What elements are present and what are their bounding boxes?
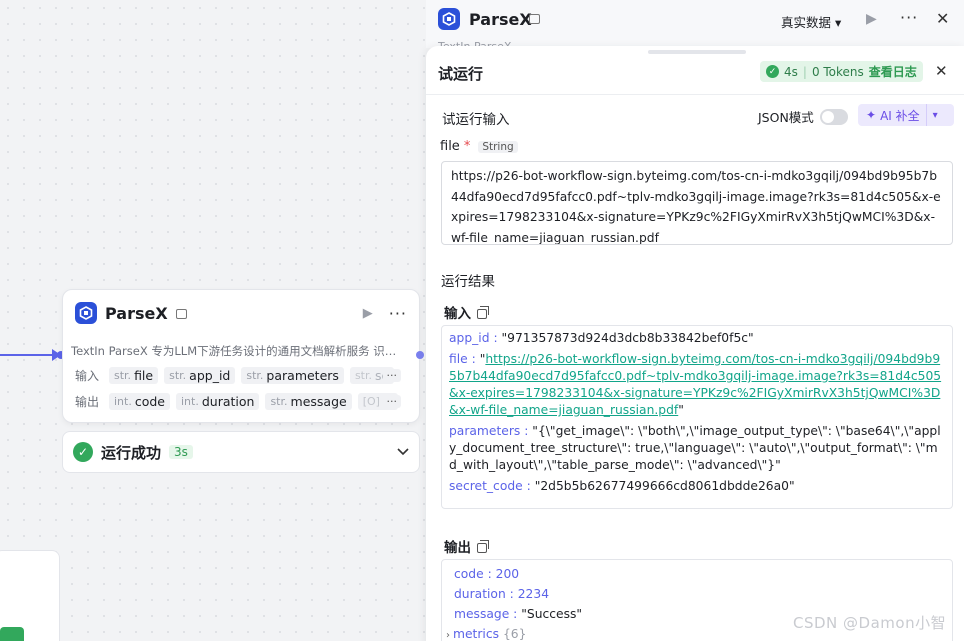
more-options-icon[interactable]: ··· — [389, 304, 407, 323]
input-app-id: app_id : "971357873d924d3dcb8b33842bef0f… — [449, 331, 754, 345]
node-title: ParseX — [105, 303, 168, 323]
run-node-icon[interactable]: ▶ — [363, 306, 373, 321]
node-outputs-row: 输出 int. code int. duration str. message [O]… — [75, 393, 398, 410]
panel-title: 试运行 — [438, 65, 484, 83]
workflow-canvas[interactable]: ParseX ▶ ··· TextIn ParseX 专为LLM下游任务设计的通… — [0, 0, 426, 641]
run-result-card[interactable]: ✓ 运行成功 3s — [62, 431, 420, 473]
sparkle-icon: ✦ — [866, 108, 877, 122]
copy-icon[interactable] — [477, 540, 489, 553]
outputs-label: 输出 — [75, 395, 100, 409]
input-result-box: app_id : "971357873d924d3dcb8b33842bef0f… — [441, 325, 953, 509]
node-inputs-row: 输入 str. file str. app_id str. parameters st… — [75, 367, 394, 384]
chevron-down-icon[interactable]: ▾ — [927, 110, 944, 121]
partial-node-badge — [0, 627, 24, 641]
copy-icon[interactable] — [477, 306, 489, 319]
run-node-icon[interactable]: ▶ — [866, 11, 877, 27]
success-check-icon: ✓ — [766, 65, 779, 78]
divider — [426, 94, 964, 95]
type-badge: String — [478, 140, 518, 153]
outputs-more-button[interactable]: ··· — [382, 395, 401, 408]
parsex-logo-icon — [438, 8, 460, 30]
run-tokens: 0 Tokens — [811, 64, 864, 79]
input-file: file : "https://p26-bot-workflow-sign.by… — [449, 352, 942, 417]
drag-handle[interactable] — [648, 50, 746, 54]
connection-edge — [0, 354, 58, 356]
parsex-node[interactable]: ParseX ▶ ··· TextIn ParseX 专为LLM下游任务设计的通… — [62, 289, 420, 423]
view-log-link[interactable]: 查看日志 — [869, 63, 917, 80]
input-parameters: parameters : "{\"get_image\": \"both\",\… — [449, 424, 941, 472]
json-mode-switch[interactable] — [819, 108, 848, 125]
file-input[interactable]: https://p26-bot-workflow-sign.byteimg.co… — [441, 161, 953, 245]
data-mode-select[interactable]: 真实数据 ▾ — [781, 12, 841, 31]
test-input-heading: 试运行输入 — [442, 112, 510, 128]
inputs-more-button[interactable]: ··· — [382, 369, 401, 382]
run-time-badge: 3s — [169, 445, 193, 459]
input-tag-app-id: str. app_id — [164, 367, 236, 384]
input-secret-code: secret_code : "2d5b5b62677499666cd8061db… — [449, 479, 795, 493]
node-header: ParseX — [75, 302, 187, 324]
run-status-text: 运行成功 — [101, 443, 162, 462]
success-check-icon: ✓ — [73, 442, 93, 462]
input-tag-file: str. file — [109, 367, 159, 384]
parsex-logo-icon — [75, 302, 97, 324]
file-link[interactable]: https://p26-bot-workflow-sign.byteimg.co… — [449, 352, 941, 417]
node-actions: ▶ ··· — [363, 304, 407, 323]
input-result-heading: 输入 — [444, 302, 489, 322]
json-mode-toggle[interactable]: JSON模式 — [758, 107, 848, 126]
node-panel-header: ParseX TextIn ParseX 真实数据 ▾ ▶ ··· ✕ — [426, 0, 964, 53]
output-duration: duration : 2234 — [454, 587, 550, 601]
chevron-down-icon[interactable] — [397, 445, 409, 459]
output-code: code : 200 — [454, 567, 520, 581]
close-icon[interactable]: ✕ — [935, 62, 948, 80]
file-field-label: file * String — [440, 139, 518, 154]
run-duration: 4s — [784, 64, 798, 79]
close-panel-icon[interactable]: ✕ — [936, 9, 949, 28]
panel-node-title: ParseX — [469, 10, 532, 29]
output-tag-duration: int. duration — [176, 393, 260, 410]
more-options-icon[interactable]: ··· — [900, 8, 918, 27]
output-result-heading: 输出 — [444, 536, 489, 556]
run-stats-badge: ✓ 4s | 0 Tokens 查看日志 — [760, 61, 923, 82]
separator: | — [802, 64, 807, 79]
run-result-heading: 运行结果 — [441, 274, 495, 290]
watermark: CSDN @Damon小智 — [793, 614, 947, 632]
inputs-label: 输入 — [75, 369, 100, 383]
test-run-panel: 试运行 ✓ 4s | 0 Tokens 查看日志 ✕ 试运行输入 JSON模式 … — [426, 46, 964, 641]
node-output-port[interactable] — [416, 351, 424, 359]
node-description: TextIn ParseX 专为LLM下游任务设计的通用文档解析服务 识别文档中… — [71, 344, 403, 358]
output-tag-message: str. message — [265, 393, 352, 410]
store-icon — [175, 309, 187, 319]
store-icon — [529, 14, 540, 24]
expand-caret-icon[interactable]: › — [446, 630, 450, 641]
output-tag-code: int. code — [109, 393, 170, 410]
json-mode-label: JSON模式 — [758, 110, 814, 125]
ai-complete-button[interactable]: ✦ AI 补全 ▾ — [858, 104, 954, 126]
input-tag-parameters: str. parameters — [241, 367, 344, 384]
